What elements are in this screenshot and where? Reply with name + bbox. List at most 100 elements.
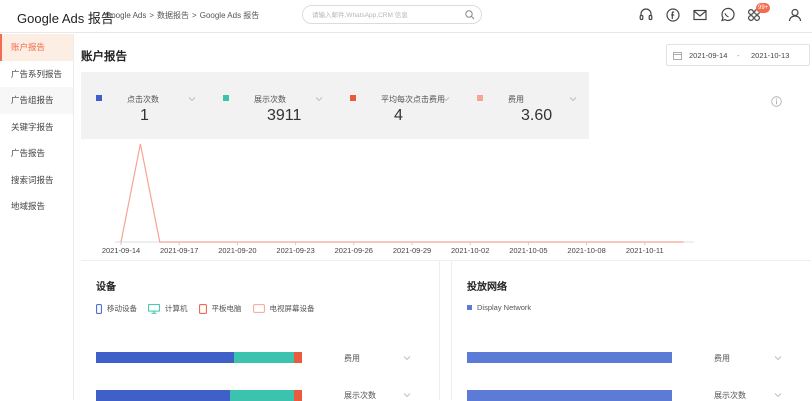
whatsapp-icon[interactable]: [719, 7, 735, 23]
legend-label: 计算机: [165, 304, 188, 313]
metric-avg-cpc[interactable]: 平均每次点击费用 4: [335, 72, 462, 139]
metric-impressions[interactable]: 展示次数 3911: [208, 72, 335, 139]
chevron-down-icon[interactable]: [774, 355, 782, 361]
chevron-down-icon[interactable]: [569, 96, 577, 102]
breadcrumb-separator: >: [149, 11, 155, 20]
computer-icon: [148, 303, 160, 314]
search-icon[interactable]: [464, 9, 476, 21]
tablet-icon: [198, 303, 207, 314]
date-end: 2021-10-13: [751, 51, 790, 60]
top-bar: Google Ads 报告 Google Ads > 数据报告 > Google…: [0, 0, 812, 33]
x-tick-label: 2021-10-05: [509, 246, 547, 255]
network-row-label: 展示次数: [714, 391, 746, 400]
breadcrumb: Google Ads > 数据报告 > Google Ads 报告: [105, 10, 259, 21]
headset-icon[interactable]: [638, 7, 654, 23]
trend-chart-svg: 2021-09-14 2021-09-17 2021-09-20 2021-09-23…: [102, 143, 694, 255]
metric-label: 展示次数: [254, 95, 286, 104]
x-tick-label: 2021-09-23: [276, 246, 314, 255]
device-row-label: 展示次数: [344, 391, 376, 400]
sidebar: 账户报告 广告系列报告 广告组报告 关键字报告 广告报告 搜索词报告 地域报告: [0, 34, 74, 400]
chevron-down-icon[interactable]: [774, 392, 782, 398]
bar-segment: [234, 352, 294, 363]
mail-icon[interactable]: [692, 7, 708, 23]
metric-cost[interactable]: 费用 3.60: [462, 72, 589, 139]
sidebar-item-search-term-report[interactable]: 搜索词报告: [0, 167, 73, 194]
series-line: [120, 143, 684, 243]
chevron-down-icon[interactable]: [188, 96, 196, 102]
breadcrumb-item[interactable]: 数据报告: [157, 10, 189, 21]
breadcrumb-separator: >: [192, 11, 197, 20]
search-input[interactable]: [312, 9, 462, 21]
devices-legend: 移动设备 计算机 平板电脑 电视屏幕设备: [96, 303, 315, 314]
user-icon[interactable]: [787, 7, 803, 23]
chevron-down-icon[interactable]: [403, 355, 411, 361]
x-tick-label: 2021-09-20: [218, 246, 256, 255]
legend-label: 移动设备: [107, 304, 137, 313]
sidebar-item-ad-report[interactable]: 广告报告: [0, 140, 73, 167]
metric-value: 4: [394, 107, 403, 124]
sidebar-item-geo-report[interactable]: 地域报告: [0, 193, 73, 220]
sidebar-item-account-report[interactable]: 账户报告: [0, 34, 73, 61]
bar-segment: [229, 390, 294, 401]
metrics-panel: 点击次数 1 展示次数 3911 平均每次点击费用 4 费用 3.60: [81, 72, 589, 139]
chevron-down-icon[interactable]: [403, 392, 411, 398]
sidebar-item-adgroup-report[interactable]: 广告组报告: [0, 87, 73, 114]
metric-value: 3911: [267, 107, 302, 124]
devices-title: 设备: [96, 282, 116, 293]
app-title: Google Ads 报告: [17, 11, 114, 26]
metric-color-dot: [477, 95, 483, 101]
bar-segment: [96, 352, 235, 363]
x-tick-label: 2021-09-29: [393, 246, 431, 255]
legend-item-computer[interactable]: 计算机: [148, 303, 188, 314]
trend-chart: 2021-09-14 2021-09-17 2021-09-20 2021-09-23…: [81, 140, 811, 260]
network-bar-impressions: [467, 390, 672, 401]
x-tick-label: 2021-09-14: [102, 246, 140, 255]
network-legend: Display Network: [467, 303, 531, 312]
network-bar-cost: [467, 352, 672, 363]
date-separator: -: [737, 51, 740, 60]
metric-color-dot: [223, 95, 229, 101]
notification-badge: 99+: [756, 3, 771, 13]
info-icon[interactable]: [771, 96, 782, 107]
bar-segment: [96, 390, 230, 401]
sidebar-item-keyword-report[interactable]: 关键字报告: [0, 114, 73, 141]
x-tick-label: 2021-09-26: [335, 246, 373, 255]
mobile-icon: [96, 303, 102, 314]
bar-segment: [467, 352, 672, 363]
legend-item-display-network[interactable]: Display Network: [467, 303, 531, 312]
metric-color-dot: [96, 95, 102, 101]
breadcrumb-item: Google Ads 报告: [199, 11, 260, 20]
network-row-label: 费用: [714, 354, 730, 363]
legend-item-tv[interactable]: 电视屏幕设备: [252, 303, 315, 314]
legend-swatch: [467, 305, 472, 310]
device-row-label: 费用: [344, 354, 360, 363]
x-tick-label: 2021-10-08: [567, 246, 605, 255]
chevron-down-icon[interactable]: [442, 96, 450, 102]
bar-segment: [467, 390, 672, 401]
search-box: [302, 5, 482, 24]
legend-item-mobile[interactable]: 移动设备: [96, 303, 137, 314]
device-bar-cost: [96, 352, 302, 363]
date-range-picker[interactable]: 2021-09-14 - 2021-10-13: [666, 44, 810, 66]
network-title: 投放网络: [467, 282, 507, 293]
sidebar-item-campaign-report[interactable]: 广告系列报告: [0, 61, 73, 88]
metric-value: 1: [140, 107, 149, 124]
breadcrumb-item[interactable]: Google Ads: [105, 11, 146, 20]
facebook-icon[interactable]: [665, 7, 681, 23]
network-panel: 投放网络 Display Network 费用 展示次数: [451, 261, 812, 401]
tv-icon: [252, 304, 265, 313]
legend-label: Display Network: [477, 303, 532, 312]
date-start: 2021-09-14: [689, 51, 728, 60]
bar-segment: [293, 352, 302, 363]
legend-item-tablet[interactable]: 平板电脑: [198, 303, 242, 314]
metric-label: 费用: [508, 95, 524, 104]
x-tick-label: 2021-10-02: [451, 246, 489, 255]
x-tick-label: 2021-09-17: [160, 246, 198, 255]
legend-label: 平板电脑: [211, 304, 242, 313]
device-bar-impressions: [96, 390, 302, 401]
calendar-icon: [673, 52, 682, 60]
metric-value: 3.60: [521, 107, 553, 124]
legend-label: 电视屏幕设备: [269, 304, 315, 313]
chevron-down-icon[interactable]: [315, 96, 323, 102]
metric-clicks[interactable]: 点击次数 1: [81, 72, 208, 139]
